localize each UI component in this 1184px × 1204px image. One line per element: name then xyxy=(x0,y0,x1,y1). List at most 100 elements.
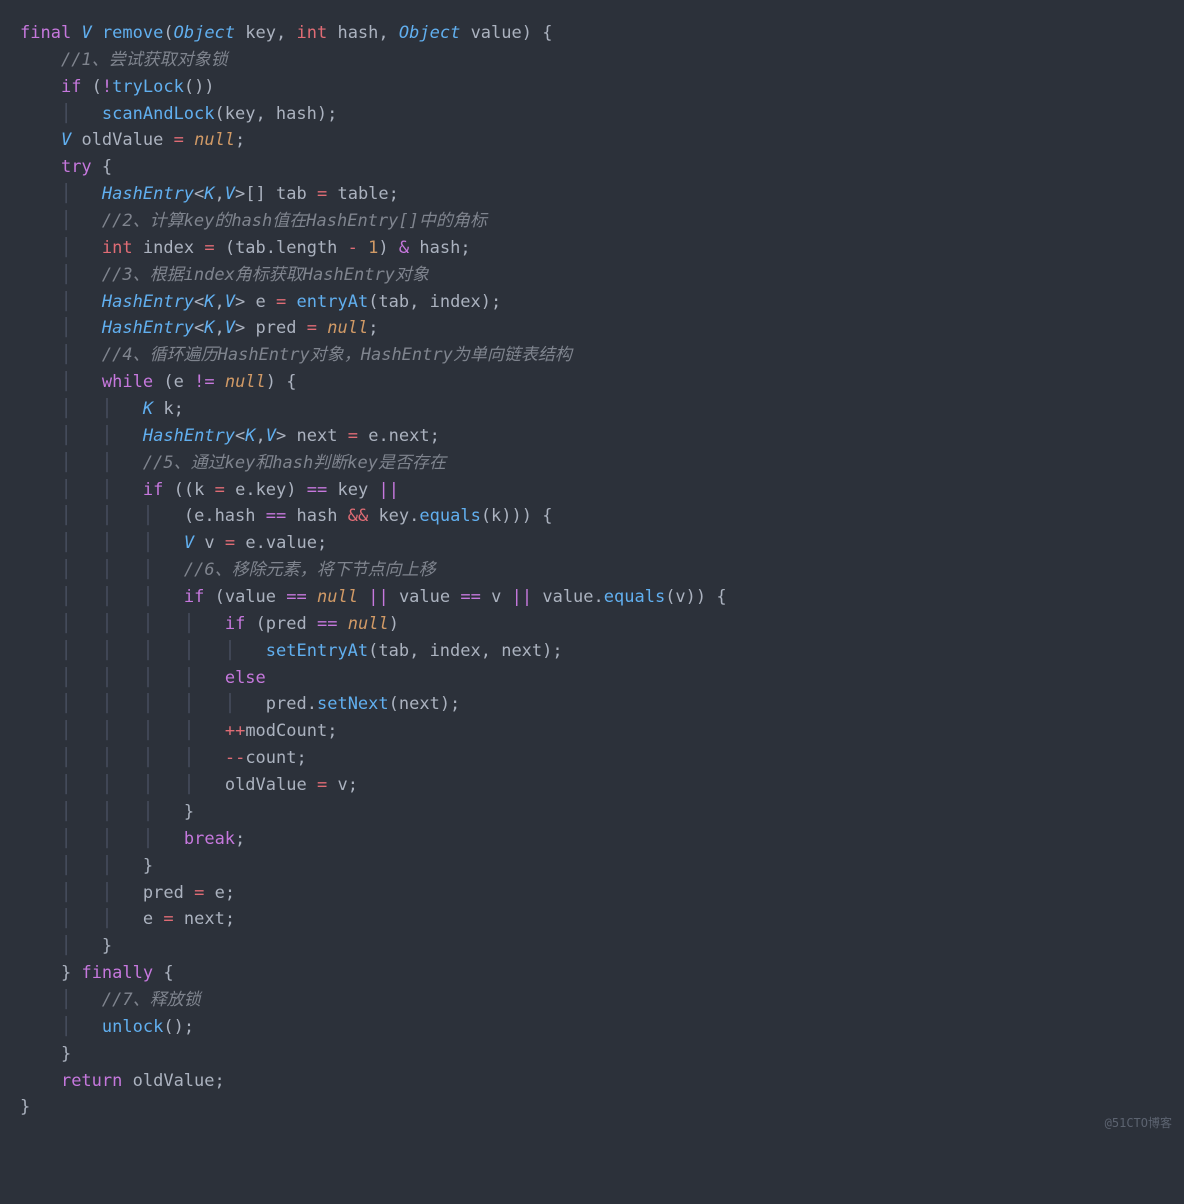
param-key: key xyxy=(245,23,276,43)
comment: //4、循环遍历HashEntry对象，HashEntry为单向链表结构 xyxy=(102,345,572,365)
op-assign: = xyxy=(174,130,184,150)
var-hash: hash xyxy=(297,506,338,526)
kw-if: if xyxy=(143,480,163,500)
null: null xyxy=(348,614,389,634)
fn-tryLock: tryLock xyxy=(112,77,184,97)
kw-try: try xyxy=(61,157,92,177)
var-table: table; xyxy=(337,184,398,204)
expr: (e xyxy=(163,372,183,392)
kw-if: if xyxy=(184,587,204,607)
var-oldValue: oldValue xyxy=(225,775,307,795)
kw-final: final xyxy=(20,23,71,43)
brace: { xyxy=(163,963,173,983)
op-assign: = xyxy=(317,775,327,795)
var-pred: pred xyxy=(143,883,184,903)
op-assign: = xyxy=(307,318,317,338)
var-oldValue: oldValue; xyxy=(133,1071,225,1091)
var-next: next; xyxy=(184,909,235,929)
args: (key, hash); xyxy=(215,104,338,124)
op-assign: = xyxy=(204,238,214,258)
semi: ; xyxy=(235,829,245,849)
fn-remove: remove xyxy=(102,23,163,43)
kw-return: return xyxy=(61,1071,122,1091)
type-V: V xyxy=(225,184,235,204)
fn-entryAt: entryAt xyxy=(297,292,369,312)
type-object: Object xyxy=(399,23,460,43)
op-assign: = xyxy=(276,292,286,312)
op-or: || xyxy=(368,587,388,607)
expr: e.key) xyxy=(235,480,296,500)
expr: value. xyxy=(542,587,603,607)
op-minus: - xyxy=(348,238,358,258)
expr: (k))) { xyxy=(481,506,553,526)
expr: pred. xyxy=(266,694,317,714)
expr: (pred xyxy=(256,614,307,634)
op-dec: -- xyxy=(225,748,245,768)
expr: key. xyxy=(378,506,419,526)
expr: e.value; xyxy=(245,533,327,553)
var-tab: [] tab xyxy=(245,184,306,204)
var-k: k; xyxy=(163,399,183,419)
fn-setNext: setNext xyxy=(317,694,389,714)
op-assign: = xyxy=(225,533,235,553)
var-value: value xyxy=(399,587,450,607)
op-not: ! xyxy=(102,77,112,97)
var-pred: pred xyxy=(256,318,297,338)
expr: (v)) { xyxy=(665,587,726,607)
type-V: V xyxy=(266,426,276,446)
op-assign: = xyxy=(215,480,225,500)
op-or: || xyxy=(512,587,532,607)
type-K: K xyxy=(245,426,255,446)
kw-int: int xyxy=(296,23,327,43)
fn-scanAndLock: scanAndLock xyxy=(102,104,215,124)
type-HashEntry: HashEntry xyxy=(102,292,194,312)
type-object: Object xyxy=(174,23,235,43)
comment: //2、计算key的hash值在HashEntry[]中的角标 xyxy=(102,211,487,231)
expr: (e.hash xyxy=(184,506,256,526)
type-HashEntry: HashEntry xyxy=(143,426,235,446)
type-K: K xyxy=(204,184,214,204)
null: null xyxy=(317,587,358,607)
num-1: 1 xyxy=(368,238,378,258)
watermark: @51CTO博客 xyxy=(1105,1114,1172,1133)
null: null xyxy=(225,372,266,392)
kw-finally: finally xyxy=(81,963,153,983)
null: null xyxy=(327,318,368,338)
comment: //7、释放锁 xyxy=(102,990,201,1010)
fn-equals: equals xyxy=(419,506,480,526)
expr: (tab.length xyxy=(225,238,338,258)
param-value: value xyxy=(471,23,522,43)
var-key: key xyxy=(338,480,369,500)
fn-equals: equals xyxy=(604,587,665,607)
var-v: v xyxy=(204,533,214,553)
type-V: V xyxy=(225,318,235,338)
args: (tab, index); xyxy=(368,292,501,312)
kw-while: while xyxy=(102,372,153,392)
type-V: V xyxy=(61,130,71,150)
var-hash: hash; xyxy=(419,238,470,258)
expr: ((k xyxy=(174,480,205,500)
op-eq: == xyxy=(266,506,286,526)
comment: //1、尝试获取对象锁 xyxy=(61,50,228,70)
op-eq: == xyxy=(317,614,337,634)
type-HashEntry: HashEntry xyxy=(102,318,194,338)
op-and: && xyxy=(348,506,368,526)
var-modCount: modCount; xyxy=(245,721,337,741)
kw-if: if xyxy=(61,77,81,97)
var-e: e xyxy=(256,292,266,312)
op-neq: != xyxy=(194,372,214,392)
type-K: K xyxy=(204,318,214,338)
param-hash: hash xyxy=(337,23,378,43)
indent-guide: │ xyxy=(61,104,71,124)
args: (tab, index, next); xyxy=(368,641,562,661)
type-V: V xyxy=(81,23,91,43)
op-assign: = xyxy=(317,184,327,204)
brace: } xyxy=(20,1097,30,1117)
var-e: e; xyxy=(215,883,235,903)
null: null xyxy=(194,130,235,150)
fn-unlock: unlock xyxy=(102,1017,163,1037)
type-V: V xyxy=(184,533,194,553)
expr: e.next; xyxy=(368,426,440,446)
fn-setEntryAt: setEntryAt xyxy=(266,641,368,661)
type-K: K xyxy=(204,292,214,312)
